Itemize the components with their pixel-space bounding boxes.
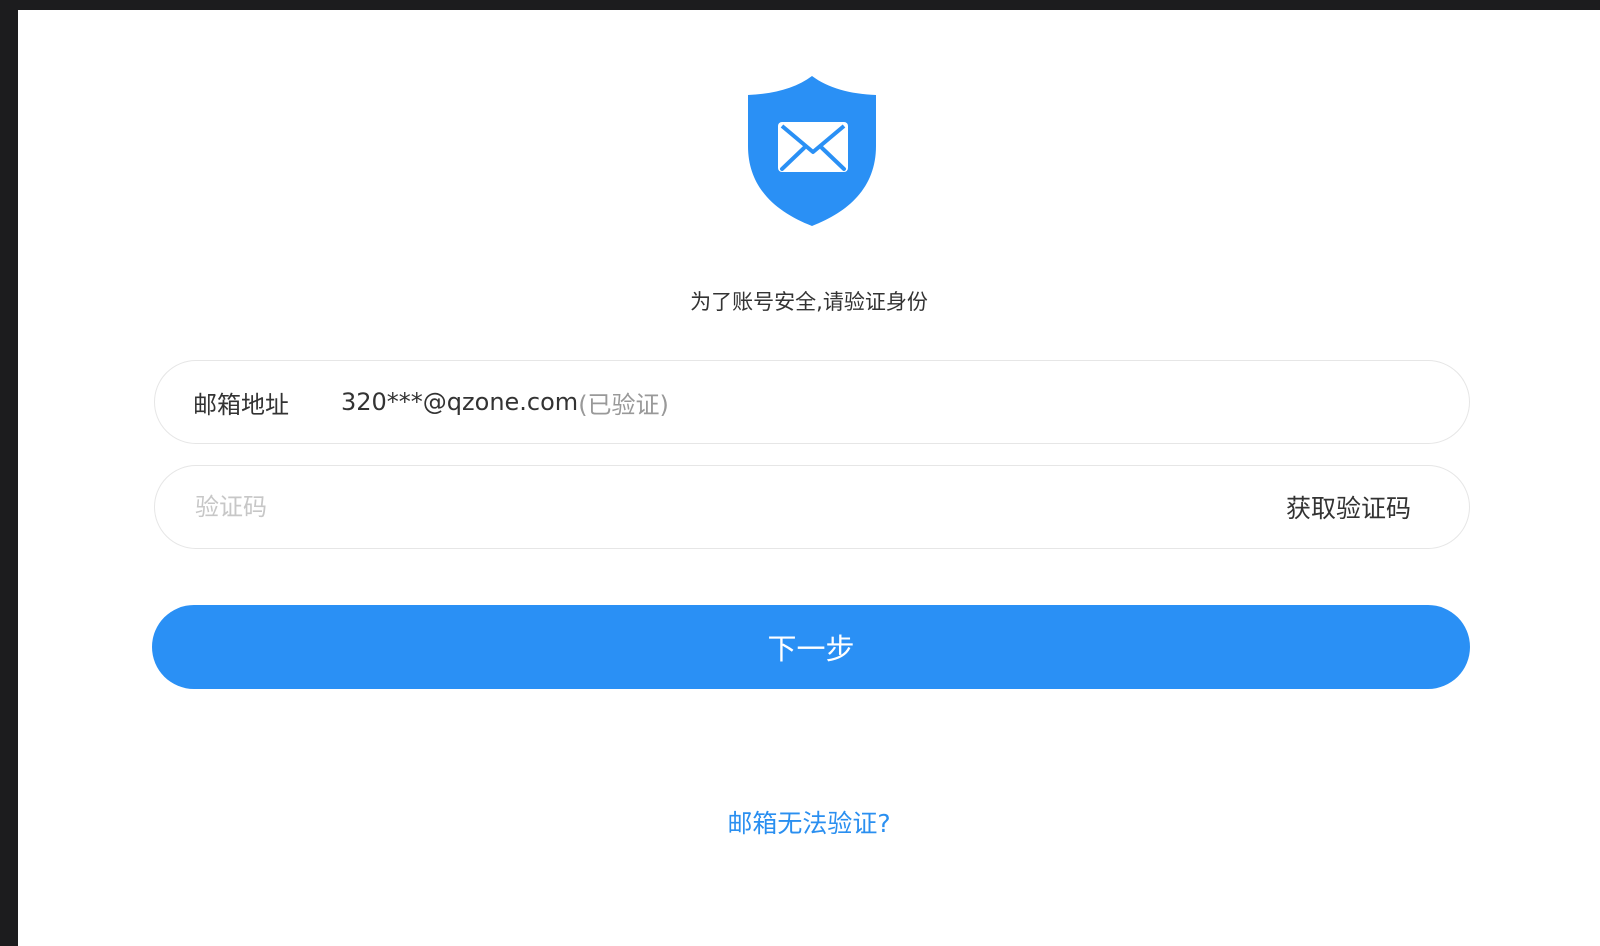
code-field: 获取验证码 xyxy=(154,465,1470,549)
email-label: 邮箱地址 xyxy=(193,390,289,419)
verification-panel: 为了账号安全,请验证身份 邮箱地址 320***@qzone.com (已验证)… xyxy=(18,10,1600,946)
verification-code-input[interactable] xyxy=(193,476,1286,538)
email-value: 320***@qzone.com xyxy=(341,388,579,416)
email-help-link[interactable]: 邮箱无法验证? xyxy=(18,804,1600,840)
email-field: 邮箱地址 320***@qzone.com (已验证) xyxy=(154,360,1470,444)
mail-shield-icon xyxy=(748,76,876,226)
next-step-button[interactable]: 下一步 xyxy=(152,605,1470,689)
email-verified-status: (已验证) xyxy=(578,390,669,419)
get-code-button[interactable]: 获取验证码 xyxy=(1286,489,1411,525)
page-subtitle: 为了账号安全,请验证身份 xyxy=(690,290,928,314)
